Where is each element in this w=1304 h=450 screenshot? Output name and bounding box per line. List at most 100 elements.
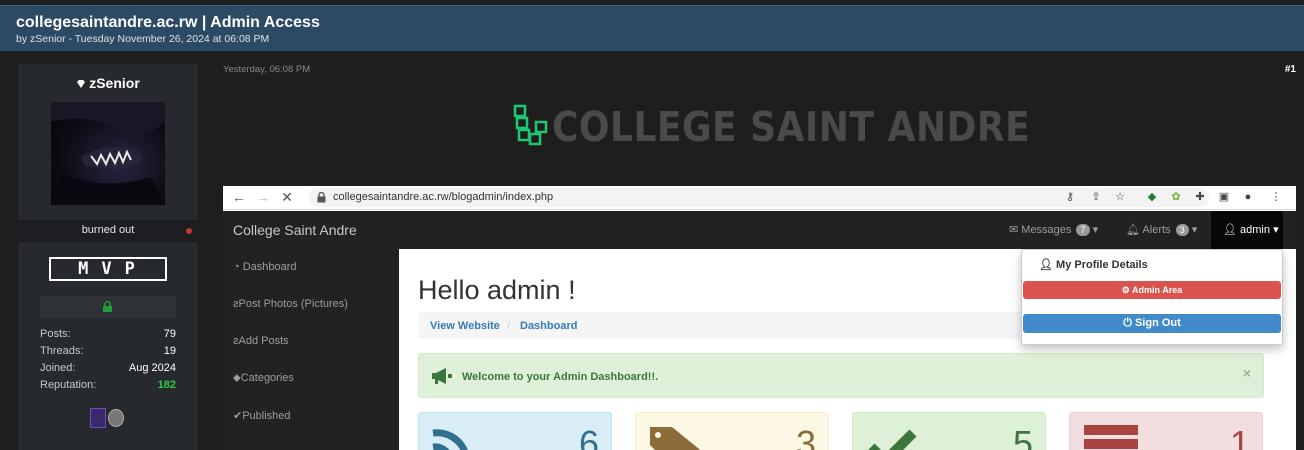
envelope-icon: ✉ (1009, 224, 1019, 236)
menu-item-admin-area[interactable]: ⚙ Admin Area (1023, 281, 1281, 299)
stat-label: Threads: (40, 345, 84, 357)
key-icon[interactable]: ⚷ (1063, 190, 1077, 204)
avatar-image (51, 102, 165, 205)
breadcrumb-view-website[interactable]: View Website (430, 320, 500, 332)
stat-value: Aug 2024 (128, 362, 176, 374)
bookmark-star-icon[interactable]: ☆ (1113, 190, 1127, 204)
stat-label: Posts: (40, 328, 71, 340)
username[interactable]: zSenior (18, 75, 198, 91)
caret-down-icon: ▾ (1191, 224, 1198, 236)
megaphone-icon (432, 368, 452, 384)
caret-down-icon: ▾ (1092, 224, 1099, 236)
post-date[interactable]: Yesterday, 06:08 PM (223, 64, 310, 75)
card-count: 6 (578, 423, 599, 450)
card-count: 1 (1229, 423, 1250, 450)
dashboard-icon: ◔ (233, 261, 240, 273)
alerts-menu[interactable]: 🔔︎ Alerts 3 ▾ (1126, 223, 1197, 236)
check-icon: ✔ (233, 410, 243, 422)
menu-item-label: My Profile Details (1056, 259, 1148, 271)
breadcrumb-separator: / (507, 320, 511, 332)
tags-icon: ⬥ (233, 372, 241, 384)
card-count: 5 (1012, 423, 1033, 450)
menu-item-label: Admin Area (1132, 285, 1183, 295)
bell-icon: 🔔︎ (1126, 224, 1140, 236)
breadcrumb-dashboard[interactable]: Dashboard (520, 320, 577, 332)
college-logo-icon (513, 104, 548, 146)
sidebar-item-categories[interactable]: ⬥Categories (233, 372, 294, 385)
stat-card-posts[interactable]: 6 (418, 412, 612, 450)
mvp-rank-badge: MVP (49, 257, 167, 281)
site-navbar: College Saint Andre ✉ Messages 7 ▾ 🔔︎ Al… (223, 211, 1296, 249)
avatar[interactable] (51, 102, 165, 205)
sidebar-item-label: Published (242, 410, 291, 422)
messages-label: Messages (1021, 224, 1072, 236)
diamond-icon (77, 80, 86, 88)
back-icon[interactable]: ← (231, 189, 247, 205)
alert-text: Welcome to your Admin Dashboard!!. (462, 371, 659, 383)
admin-user-label: 👤︎ admin ▾ (1223, 223, 1279, 236)
user-icon: 👤︎ (1223, 224, 1237, 236)
alerts-count-badge: 3 (1175, 224, 1189, 236)
sidebar-item-label: Post Photos (Pictures) (238, 298, 348, 310)
stat-card-categories[interactable]: 3 (635, 412, 829, 450)
stat-card-published[interactable]: 5 (852, 412, 1046, 450)
stat-value[interactable]: 182 (158, 379, 176, 391)
stat-card-server[interactable]: 1 (1069, 412, 1263, 450)
menu-icon[interactable]: ⋮ (1269, 190, 1283, 204)
college-logo-text: COLLEGE SAINT ANDRE (552, 103, 1031, 151)
sidebar-item-add-posts[interactable]: ƨAdd Posts (233, 335, 289, 347)
sign-out-button[interactable]: ⏻ Sign Out (1023, 314, 1281, 333)
admin-dropdown-menu: 👤︎ My Profile Details ⚙ Admin Area ⏻ Sig… (1021, 249, 1283, 345)
site-brand[interactable]: College Saint Andre (233, 222, 357, 238)
sidebar-item-dashboard[interactable]: ◔ Dashboard (233, 261, 297, 273)
menu-item-label: Sign Out (1134, 317, 1181, 329)
puzzle-icon[interactable]: ✚ (1193, 190, 1207, 204)
sidepanel-icon[interactable]: ▣ (1217, 190, 1231, 204)
url-text[interactable]: collegesaintandre.ac.rw/blogadmin/index.… (333, 191, 553, 203)
sidebar-item-published[interactable]: ✔Published (233, 409, 291, 422)
extension-icon[interactable]: ◆ (1145, 190, 1159, 204)
stat-label: Joined: (40, 362, 76, 374)
award-skull-icon[interactable] (108, 409, 124, 427)
usertitle-bar: burned out (18, 220, 198, 242)
lock-bar (40, 296, 176, 318)
stop-icon[interactable]: ✕ (279, 189, 295, 205)
lock-icon (103, 301, 112, 312)
side-navigation: ◔ Dashboard ƨPost Photos (Pictures) ƨAdd… (223, 249, 399, 450)
sidebar-item-label: Categories (240, 372, 294, 384)
browser-screenshot: ← → ✕ collegesaintandre.ac.rw/blogadmin/… (223, 186, 1296, 450)
extension-icon[interactable]: ✿ (1169, 190, 1183, 204)
post-number[interactable]: #1 (1285, 64, 1296, 75)
close-icon[interactable]: × (1243, 365, 1251, 381)
alerts-label: Alerts (1142, 224, 1171, 236)
sidebar-item-label: Add Posts (238, 335, 289, 347)
admin-user-menu[interactable]: 👤︎ admin ▾ (1211, 211, 1283, 249)
stat-reputation: Reputation: 182 (40, 379, 176, 395)
profile-icon[interactable]: ● (1241, 190, 1255, 204)
user-icon: 👤︎ (1039, 259, 1053, 271)
share-icon[interactable]: ⇪ (1089, 190, 1103, 204)
awards (90, 408, 130, 430)
sidebar-item-label: Dashboard (242, 261, 297, 273)
server-icon (1084, 425, 1138, 449)
sidebar-item-post-photos[interactable]: ƨPost Photos (Pictures) (233, 298, 348, 310)
user-title: burned out (81, 224, 135, 236)
gear-icon: ⚙ (1121, 285, 1130, 295)
stat-value: 79 (163, 328, 176, 340)
menu-item-profile[interactable]: 👤︎ My Profile Details (1039, 258, 1148, 271)
messages-menu[interactable]: ✉ Messages 7 ▾ (1009, 223, 1098, 236)
thread-byline: by zSenior - Tuesday November 26, 2024 a… (16, 33, 270, 45)
admin-label-text: admin (1240, 224, 1270, 236)
welcome-alert: Welcome to your Admin Dashboard!!. × (418, 353, 1264, 398)
offline-status-dot (186, 228, 192, 234)
thread-title[interactable]: collegesaintandre.ac.rw | Admin Access (16, 14, 320, 32)
award-cube-icon[interactable] (90, 408, 106, 428)
rss-icon (432, 429, 468, 450)
stat-posts: Posts: 79 (40, 328, 176, 344)
thread-header: collegesaintandre.ac.rw | Admin Access b… (0, 5, 1304, 51)
forward-icon[interactable]: → (255, 189, 271, 205)
stat-threads: Threads: 19 (40, 345, 176, 361)
power-icon: ⏻ (1123, 317, 1132, 329)
page-title: Hello admin ! (418, 275, 576, 305)
caret-down-icon: ▾ (1273, 224, 1279, 236)
